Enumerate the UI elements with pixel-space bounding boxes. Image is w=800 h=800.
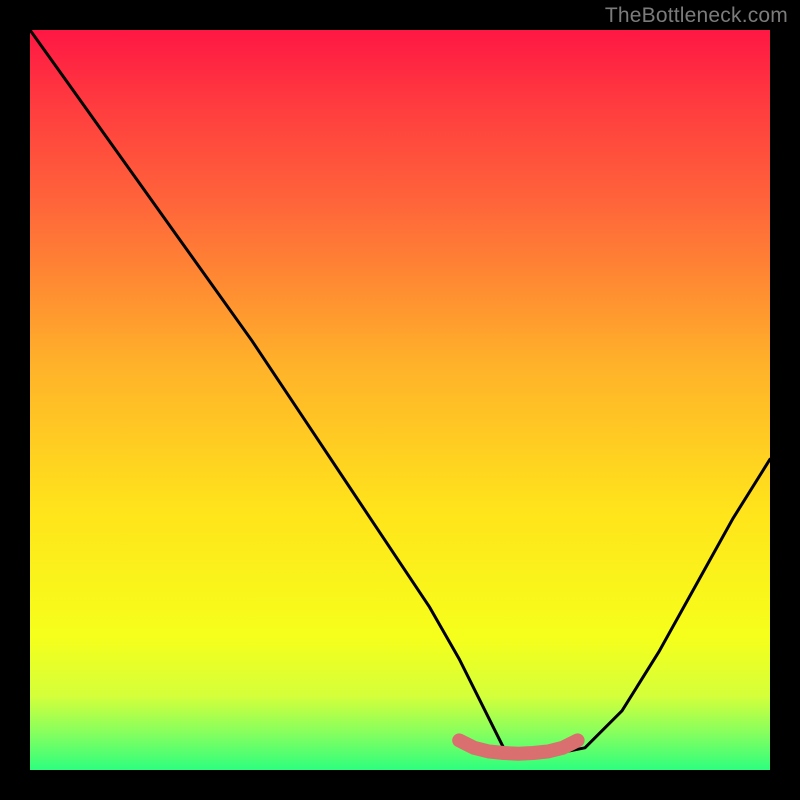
plot-background [30,30,770,770]
chart-frame: TheBottleneck.com [0,0,800,800]
watermark-text: TheBottleneck.com [605,4,788,28]
chart-svg [0,0,800,800]
